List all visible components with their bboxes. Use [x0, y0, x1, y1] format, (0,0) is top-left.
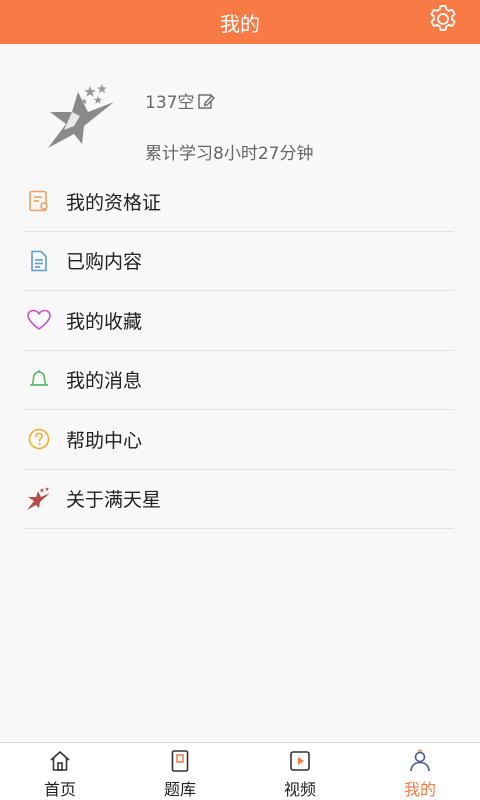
tab-video[interactable]: 视频	[240, 743, 360, 800]
certificate-icon	[26, 188, 52, 214]
menu-label: 我的资格证	[66, 191, 162, 214]
tab-label: 视频	[283, 780, 316, 799]
book-icon	[167, 748, 193, 773]
username-row: 137空	[145, 88, 216, 113]
star-logo-icon	[26, 486, 52, 512]
menu-item-about[interactable]: 关于满天星	[24, 470, 454, 529]
menu-item-help[interactable]: 帮助中心	[24, 410, 454, 470]
home-icon	[47, 748, 73, 773]
tab-home[interactable]: 首页	[0, 743, 120, 800]
menu-label: 我的消息	[66, 370, 143, 393]
menu-label: 关于满天星	[66, 489, 162, 512]
menu-list: 我的资格证 已购内容 我的收藏 我的消息 帮助中心 关于满天星	[24, 172, 454, 529]
edit-username-button[interactable]	[196, 91, 216, 111]
menu-label: 我的收藏	[66, 310, 143, 333]
bell-icon	[26, 367, 52, 393]
username: 137空	[145, 93, 195, 113]
tab-label: 题库	[163, 780, 196, 799]
menu-item-favorites[interactable]: 我的收藏	[24, 291, 454, 351]
document-icon	[26, 248, 52, 274]
page-title: 我的	[220, 11, 260, 36]
settings-button[interactable]	[426, 2, 460, 36]
heart-icon	[26, 307, 52, 333]
study-time: 累计学习8小时27分钟	[145, 144, 314, 164]
help-icon	[26, 426, 52, 452]
menu-label: 帮助中心	[66, 429, 143, 452]
avatar[interactable]	[44, 82, 120, 154]
tab-question-bank[interactable]: 题库	[120, 743, 240, 800]
bottom-tab-bar: 首页 题库 视频 我的	[0, 742, 480, 800]
tab-mine[interactable]: 我的	[360, 743, 480, 800]
menu-label: 已购内容	[66, 251, 143, 274]
menu-item-messages[interactable]: 我的消息	[24, 351, 454, 410]
tab-label: 我的	[403, 780, 436, 799]
user-icon	[407, 748, 433, 773]
app-header: 我的	[0, 0, 480, 44]
tab-label: 首页	[43, 780, 76, 799]
star-logo-icon	[48, 84, 114, 148]
menu-item-certificates[interactable]: 我的资格证	[24, 172, 454, 232]
video-icon	[287, 748, 313, 773]
menu-item-purchased[interactable]: 已购内容	[24, 232, 454, 291]
profile-section: 137空 累计学习8小时27分钟	[0, 44, 480, 174]
gear-icon	[430, 5, 456, 31]
edit-icon	[198, 93, 216, 109]
